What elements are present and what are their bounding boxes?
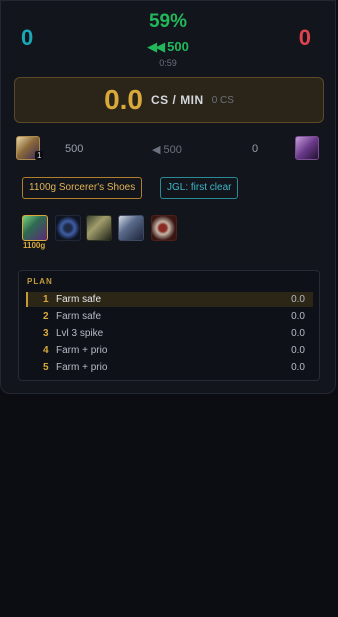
enemy-champion-portrait-icon[interactable]: [295, 136, 319, 160]
gold-difference: ◀◀ 500: [1, 39, 335, 55]
plan-step-label: Farm + prio: [56, 362, 108, 373]
jungle-note-tag: JGL: first clear: [160, 177, 239, 199]
plan-title: PLAN: [27, 277, 53, 286]
plan-step-number: 3: [43, 328, 49, 339]
cs-per-minute-card: 0.0 CS / MIN 0 CS: [14, 77, 324, 123]
enemy-gold: 0: [252, 143, 259, 155]
plan-step-number: 5: [43, 362, 49, 373]
lane-matchup: 1 500 ◀ 500 0: [1, 135, 335, 163]
win-probability: 59%: [148, 11, 188, 32]
plan-step-value: 0.0: [291, 311, 305, 322]
overlay-panel: 0 59% ◀◀ 500 0:59 0 0.0 CS / MIN 0 CS 1 5…: [0, 0, 336, 394]
gold-difference-value: 500: [167, 39, 189, 54]
plan-step-value: 0.0: [291, 345, 305, 356]
cs-per-minute-unit: CS / MIN: [151, 93, 204, 107]
plan-step-number: 2: [43, 311, 49, 322]
sorcerers-shoes-icon[interactable]: [22, 215, 48, 241]
plan-row[interactable]: 4 Farm + prio 0.0: [26, 343, 313, 358]
plan-step-label: Lvl 3 spike: [56, 328, 104, 339]
gold-lead-value: 500: [163, 144, 182, 156]
plan-step-number: 4: [43, 345, 49, 356]
dark-seal-icon[interactable]: [55, 215, 81, 241]
plan-row[interactable]: 1 Farm safe 0.0: [26, 292, 313, 307]
ally-champion-portrait-icon[interactable]: 1: [16, 136, 44, 160]
plan-row[interactable]: 3 Lvl 3 spike 0.0: [26, 326, 313, 341]
game-timer: 0:59: [159, 58, 177, 68]
cs-total: 0 CS: [211, 94, 234, 106]
plan-step-label: Farm safe: [56, 311, 102, 322]
item-goal-tag: 1100g Sorcerer's Shoes: [22, 177, 143, 199]
plan-row[interactable]: 5 Farm + prio 0.0: [26, 360, 313, 375]
ally-gold: 500: [65, 143, 84, 155]
plan-row[interactable]: 2 Farm safe 0.0: [26, 309, 313, 324]
gold-lead: ◀ 500: [152, 143, 182, 156]
arrow-left-icon: ◀: [152, 144, 161, 156]
plan-step-label: Farm safe: [56, 294, 102, 305]
champion-level-badge: 1: [35, 151, 44, 160]
game-plan: PLAN 1 Farm safe 0.0 2 Farm safe 0.0 3 L…: [18, 270, 320, 381]
plan-step-value: 0.0: [291, 294, 305, 305]
plan-step-number: 1: [43, 294, 49, 305]
plan-step-label: Farm + prio: [56, 345, 108, 356]
red-team-score: 0: [298, 25, 311, 50]
cs-per-minute-value: 0.0: [104, 84, 144, 115]
plan-step-value: 0.0: [291, 362, 305, 373]
plan-step-value: 0.0: [291, 328, 305, 339]
double-arrow-left-icon: ◀◀: [147, 39, 165, 54]
blade-item-icon[interactable]: [118, 215, 144, 241]
serpent-item-icon[interactable]: [151, 215, 177, 241]
item-cost-label: 1100g: [23, 241, 46, 250]
shield-emblem-icon[interactable]: [86, 215, 112, 241]
